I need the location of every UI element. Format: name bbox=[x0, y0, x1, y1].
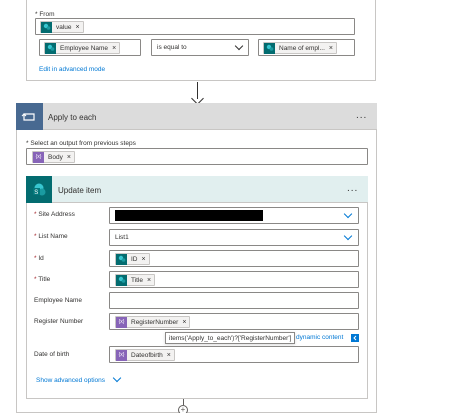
close-icon[interactable]: × bbox=[67, 154, 71, 161]
dateofbirth-token-label: Dateofbirth bbox=[131, 351, 163, 359]
close-icon[interactable]: × bbox=[147, 277, 151, 284]
list-name-dropdown[interactable]: List1 bbox=[109, 229, 359, 246]
operator-dropdown[interactable]: is equal to bbox=[151, 39, 249, 56]
redacted-value bbox=[115, 210, 263, 221]
body-token[interactable]: {x} Body × bbox=[32, 151, 75, 163]
chevron-down-icon bbox=[234, 41, 244, 51]
body-token-label: Body bbox=[48, 153, 63, 161]
name-of-employee-token[interactable]: Name of empl... × bbox=[263, 42, 337, 54]
variable-icon: {x} bbox=[33, 151, 44, 163]
dateofbirth-token[interactable]: {x} Dateofbirth × bbox=[115, 349, 175, 361]
list-name-label: * List Name bbox=[34, 233, 68, 240]
id-label: * Id bbox=[34, 255, 44, 262]
show-advanced-options-link[interactable]: Show advanced options bbox=[36, 377, 105, 384]
sharepoint-icon bbox=[45, 42, 56, 54]
from-field[interactable]: value × bbox=[35, 18, 355, 35]
date-of-birth-label: Date of birth bbox=[34, 351, 70, 358]
from-token-label: value bbox=[56, 23, 72, 31]
condition-left-field[interactable]: Employee Name × bbox=[39, 39, 141, 56]
from-token[interactable]: value × bbox=[40, 21, 84, 33]
sharepoint-icon: S bbox=[26, 176, 52, 203]
close-icon[interactable]: × bbox=[142, 256, 146, 263]
close-icon[interactable]: × bbox=[182, 319, 186, 326]
name-of-employee-token-label: Name of empl... bbox=[279, 44, 325, 52]
register-number-token[interactable]: {x} RegisterNumber × bbox=[115, 316, 191, 328]
sharepoint-icon bbox=[116, 274, 127, 286]
close-icon[interactable]: × bbox=[112, 45, 116, 52]
date-of-birth-field[interactable]: {x} Dateofbirth × bbox=[109, 346, 359, 363]
more-options-icon[interactable]: ... bbox=[347, 184, 358, 194]
operator-value: is equal to bbox=[157, 44, 187, 51]
title-label: * Title bbox=[34, 276, 51, 283]
condition-right-field[interactable]: Name of empl... × bbox=[258, 39, 355, 56]
employee-name-field[interactable] bbox=[109, 292, 359, 309]
employee-name-token-label: Employee Name bbox=[60, 44, 109, 52]
title-token-label: Title bbox=[131, 276, 144, 284]
more-options-icon[interactable]: ... bbox=[356, 111, 367, 121]
sharepoint-icon bbox=[264, 42, 275, 54]
update-item-title: Update item bbox=[58, 186, 102, 195]
variable-icon: {x} bbox=[116, 349, 127, 361]
apply-to-each-title: Apply to each bbox=[48, 113, 97, 122]
id-token[interactable]: ID × bbox=[115, 253, 150, 265]
expression-tooltip: items('Apply_to_each')?['RegisterNumber'… bbox=[165, 332, 295, 344]
chevron-down-icon bbox=[343, 209, 353, 219]
site-address-dropdown[interactable] bbox=[109, 207, 359, 224]
site-address-label: * Site Address bbox=[34, 211, 75, 218]
list-name-value: List1 bbox=[115, 234, 129, 241]
dynamic-content-link[interactable]: dynamic content bbox=[296, 334, 343, 341]
register-number-token-label: RegisterNumber bbox=[131, 318, 179, 326]
variable-icon: {x} bbox=[116, 316, 127, 328]
close-icon[interactable]: × bbox=[76, 24, 80, 31]
from-label: * From bbox=[35, 11, 55, 18]
dynamic-content-icon[interactable] bbox=[351, 334, 359, 342]
close-icon[interactable]: × bbox=[167, 352, 171, 359]
id-token-label: ID bbox=[131, 255, 138, 263]
filter-array-card: * From value × Employee Name × is equal … bbox=[26, 0, 376, 81]
sharepoint-icon bbox=[41, 21, 52, 33]
edit-advanced-mode-link[interactable]: Edit in advanced mode bbox=[39, 66, 105, 73]
title-field[interactable]: Title × bbox=[109, 271, 359, 288]
select-output-label: * Select an output from previous steps bbox=[26, 140, 136, 147]
id-field[interactable]: ID × bbox=[109, 250, 359, 267]
employee-name-token[interactable]: Employee Name × bbox=[44, 42, 121, 54]
register-number-field[interactable]: {x} RegisterNumber × bbox=[109, 313, 359, 330]
register-number-label: Register Number bbox=[34, 318, 84, 325]
title-token[interactable]: Title × bbox=[115, 274, 156, 286]
svg-text:S: S bbox=[34, 189, 38, 195]
employee-name-label: Employee Name bbox=[34, 297, 83, 304]
loop-icon bbox=[16, 103, 43, 130]
chevron-down-icon bbox=[343, 231, 353, 241]
close-icon[interactable]: × bbox=[329, 45, 333, 52]
add-step-icon[interactable]: + bbox=[178, 405, 188, 413]
select-output-field[interactable]: {x} Body × bbox=[26, 148, 368, 165]
sharepoint-icon bbox=[116, 253, 127, 265]
